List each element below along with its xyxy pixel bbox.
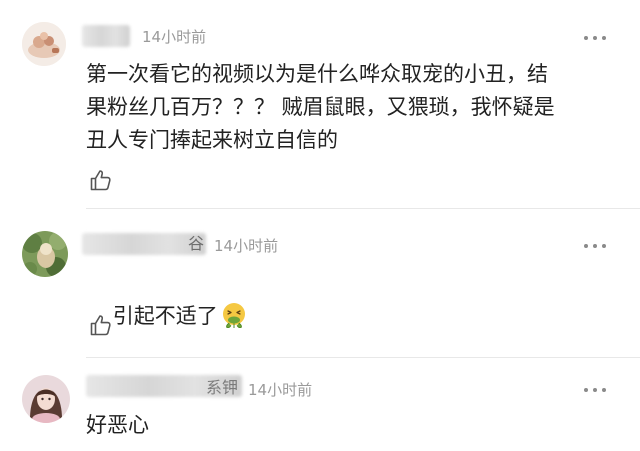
thumbs-up-icon[interactable]	[89, 168, 113, 192]
comment-time: 14小时前	[248, 381, 313, 399]
nauseated-face-emoji	[222, 303, 245, 328]
comment-item: 14小时前 第一次看它的视频以为是什么哗众取宠的小丑，结 果粉丝几百万？？？ 贼…	[0, 0, 640, 209]
more-dots-icon[interactable]	[584, 387, 606, 393]
comment-time: 14小时前	[214, 237, 279, 255]
user-name-fragment: 系钾	[206, 378, 239, 397]
comment-text: 引起不适了	[112, 304, 218, 328]
comment-text: 第一次看它的视频以为是什么哗众取宠的小丑，结 果粉丝几百万？？？ 贼眉鼠眼，又猥…	[86, 62, 555, 152]
avatar-image	[22, 375, 70, 423]
avatar-image	[22, 231, 68, 277]
comment-item: 系钾 14小时前 好恶心	[0, 359, 640, 451]
comment-item: 谷 14小时前 引起不适了	[0, 209, 640, 359]
user-name-fragment: 谷	[188, 234, 205, 253]
avatar[interactable]	[22, 22, 66, 66]
avatar-image	[22, 22, 66, 66]
user-name[interactable]	[82, 25, 130, 47]
comment-time: 14小时前	[142, 28, 207, 46]
comment-text-row: 引起不适了	[86, 267, 386, 366]
divider	[86, 357, 640, 358]
avatar[interactable]	[22, 231, 68, 277]
comment-text: 好恶心	[86, 413, 149, 437]
more-dots-icon[interactable]	[584, 35, 606, 41]
avatar[interactable]	[22, 375, 70, 423]
thumbs-up-icon[interactable]	[89, 313, 113, 337]
more-dots-icon[interactable]	[584, 243, 606, 249]
